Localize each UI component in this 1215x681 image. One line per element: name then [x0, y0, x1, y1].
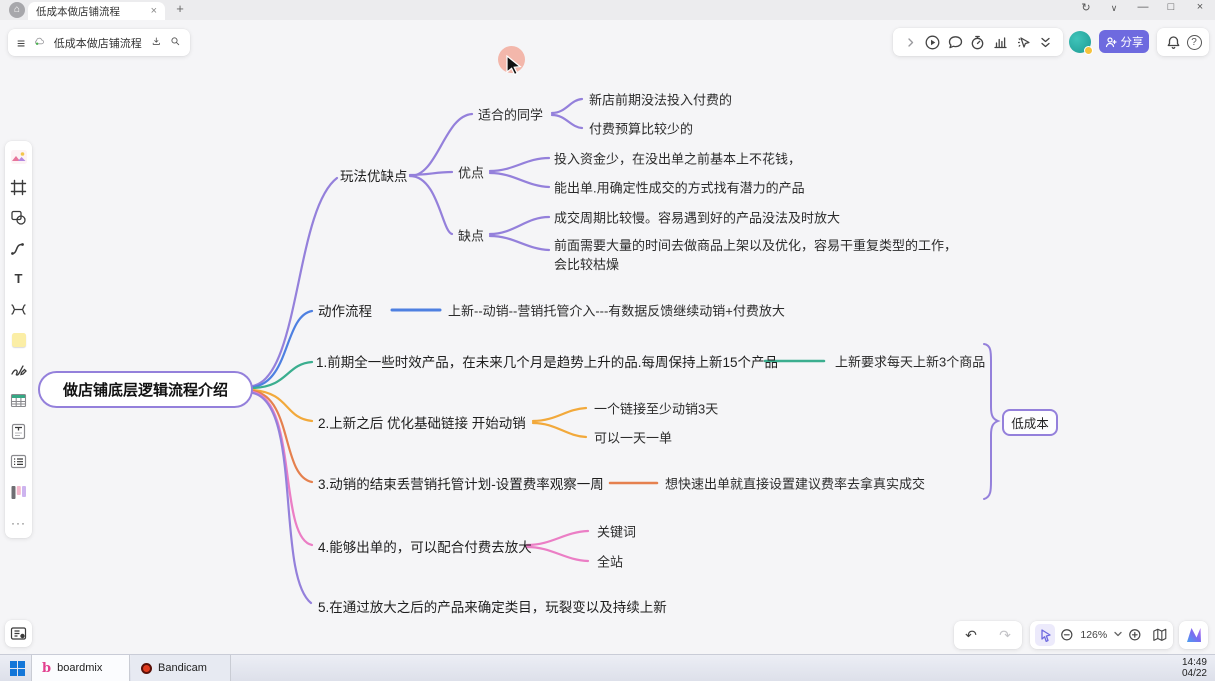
- header-tools: [893, 28, 1063, 56]
- boardmix-logo-card[interactable]: [1179, 621, 1208, 649]
- list-icon[interactable]: [9, 452, 28, 471]
- document-title[interactable]: 低成本做店铺流程: [54, 35, 142, 51]
- templates-icon[interactable]: [9, 147, 28, 166]
- minimap-icon[interactable]: [1152, 627, 1168, 644]
- taskbar-app-label: Bandicam: [158, 662, 207, 674]
- mindmap-node[interactable]: 动作流程: [318, 300, 372, 320]
- play-demo-icon[interactable]: [924, 34, 941, 51]
- reload-icon[interactable]: ↻: [1076, 1, 1096, 14]
- mindmap-root-node[interactable]: 做店铺底层逻辑流程介绍: [38, 371, 253, 408]
- taskbar-app-label: boardmix: [57, 662, 102, 674]
- boardmix-taskbar-icon: b: [42, 661, 51, 676]
- zoom-controls: 126%: [1030, 621, 1173, 649]
- cloud-sync-icon: [34, 34, 45, 51]
- redo-button[interactable]: ↷: [999, 627, 1011, 644]
- mindmap-node[interactable]: 1.前期全一些时效产品，在未来几个月是趋势上升的品.每周保持上新15个产品: [316, 351, 778, 371]
- home-icon[interactable]: ⌂: [9, 2, 25, 18]
- mindmap-node[interactable]: 关键词: [597, 522, 636, 541]
- mindmap-node[interactable]: 5.在通过放大之后的产品来确定类目，玩裂变以及持续上新: [318, 596, 667, 616]
- text-tool-icon[interactable]: T: [9, 269, 28, 288]
- shapes-icon[interactable]: [9, 208, 28, 227]
- zoom-in-icon[interactable]: [1127, 627, 1143, 644]
- download-icon[interactable]: [151, 34, 162, 51]
- mindmap-node[interactable]: 3.动销的结束丢营销托管计划-设置费率观察一周: [318, 473, 604, 493]
- timer-icon[interactable]: [969, 34, 986, 51]
- mindmap-node[interactable]: 新店前期没法投入付费的: [589, 90, 732, 109]
- mindmap-node[interactable]: 缺点: [458, 226, 484, 245]
- main-menu-icon[interactable]: ≡: [17, 35, 25, 51]
- new-tab-button[interactable]: +: [172, 1, 188, 16]
- avatar-badge: [1084, 46, 1093, 55]
- mindmap-node[interactable]: 能出单.用确定性成交的方式找有潜力的产品: [554, 178, 805, 197]
- taskbar-app-bandicam[interactable]: Bandicam: [131, 655, 231, 681]
- comment-icon[interactable]: [947, 34, 964, 51]
- select-cursor-button[interactable]: [1035, 624, 1055, 646]
- tool-palette: T ···: [5, 141, 32, 538]
- mindmap-node[interactable]: 优点: [458, 163, 484, 182]
- tab-title: 低成本做店铺流程: [36, 4, 147, 19]
- clock-date: 04/22: [1182, 668, 1207, 679]
- document-toolbar: ≡ 低成本做店铺流程: [8, 29, 190, 56]
- search-icon[interactable]: [170, 34, 181, 51]
- notification-help-card: ?: [1157, 28, 1209, 56]
- help-icon[interactable]: ?: [1187, 35, 1202, 50]
- notes-panel-button[interactable]: [5, 620, 32, 647]
- boardmix-logo-icon: [1185, 627, 1203, 643]
- mindmap-node[interactable]: 上新要求每天上新3个商品: [835, 352, 985, 371]
- minimize-button[interactable]: —: [1133, 1, 1153, 13]
- mindmap-node[interactable]: 一个链接至少动销3天: [594, 399, 718, 418]
- zoom-dropdown-chevron-icon[interactable]: [1113, 626, 1123, 644]
- connector-icon[interactable]: [9, 239, 28, 258]
- mindmap-node[interactable]: 成交周期比较慢。容易遇到好的产品没法及时放大: [554, 208, 840, 227]
- mindmap-node[interactable]: 可以一天一单: [594, 428, 672, 447]
- share-label: 分享: [1121, 34, 1144, 50]
- start-button[interactable]: [10, 661, 25, 676]
- bandicam-icon: [141, 663, 152, 674]
- sticky-note-icon[interactable]: [9, 330, 28, 349]
- mindmap-node[interactable]: 全站: [597, 552, 623, 571]
- zoom-level[interactable]: 126%: [1079, 629, 1109, 641]
- table-icon[interactable]: [9, 391, 28, 410]
- more-tools-chevrons-icon[interactable]: [1037, 34, 1054, 51]
- more-tools-icon[interactable]: ···: [9, 513, 28, 532]
- mindmap-node[interactable]: 2.上新之后 优化基础链接 开始动销: [318, 412, 526, 432]
- mindmap-node[interactable]: 付费预算比较少的: [589, 119, 693, 138]
- frame-icon[interactable]: [9, 178, 28, 197]
- zoom-out-icon[interactable]: [1059, 627, 1075, 644]
- laser-pointer-icon[interactable]: [1015, 34, 1032, 51]
- mindmap-node[interactable]: 上新--动销--营销托管介入---有数据反馈继续动销+付费放大: [448, 301, 785, 320]
- kanban-icon[interactable]: [9, 483, 28, 502]
- bell-icon[interactable]: [1165, 34, 1182, 51]
- user-avatar[interactable]: [1069, 31, 1091, 53]
- mindmap-node[interactable]: 想快速出单就直接设置建议费率去拿真实成交: [665, 474, 925, 493]
- share-person-icon: [1105, 36, 1117, 48]
- taskbar-app-boardmix[interactable]: b boardmix: [31, 655, 130, 681]
- undo-redo-card: ↶ ↷: [954, 621, 1022, 649]
- notes-icon: [10, 625, 27, 642]
- share-button[interactable]: 分享: [1099, 30, 1149, 53]
- mindmap-node[interactable]: 投入资金少，在没出单之前基本上不花钱，: [554, 149, 801, 168]
- document-tab[interactable]: 低成本做店铺流程 ×: [28, 2, 165, 20]
- mindmap-node[interactable]: 适合的同学: [478, 105, 543, 124]
- pen-icon[interactable]: [9, 361, 28, 380]
- window-menu-chevron-icon[interactable]: ∨: [1104, 3, 1124, 14]
- collapse-toolbar-chevron-icon[interactable]: [902, 34, 919, 51]
- maximize-button[interactable]: □: [1161, 1, 1181, 13]
- chart-presentation-icon[interactable]: [992, 34, 1009, 51]
- windows-taskbar: b boardmix Bandicam 14:49 04/22: [0, 654, 1215, 681]
- mindmap-node[interactable]: 4.能够出单的，可以配合付费去放大: [318, 536, 532, 556]
- taskbar-clock[interactable]: 14:49 04/22: [1182, 657, 1207, 679]
- tab-close-icon[interactable]: ×: [151, 5, 157, 17]
- undo-button[interactable]: ↶: [965, 627, 977, 644]
- clock-time: 14:49: [1182, 657, 1207, 668]
- mindmap-node[interactable]: 前面需要大量的时间去做商品上架以及优化，容易干重复类型的工作，会比较枯燥: [554, 236, 966, 274]
- mindmap-tool-icon[interactable]: [9, 300, 28, 319]
- window-titlebar: ⌂ 低成本做店铺流程 × + ↻ ∨ — □ ×: [0, 0, 1215, 20]
- group-label-node[interactable]: 低成本: [1002, 409, 1058, 436]
- close-button[interactable]: ×: [1190, 1, 1210, 13]
- mindmap-node[interactable]: 玩法优缺点: [340, 165, 408, 185]
- document-tool-icon[interactable]: [9, 422, 28, 441]
